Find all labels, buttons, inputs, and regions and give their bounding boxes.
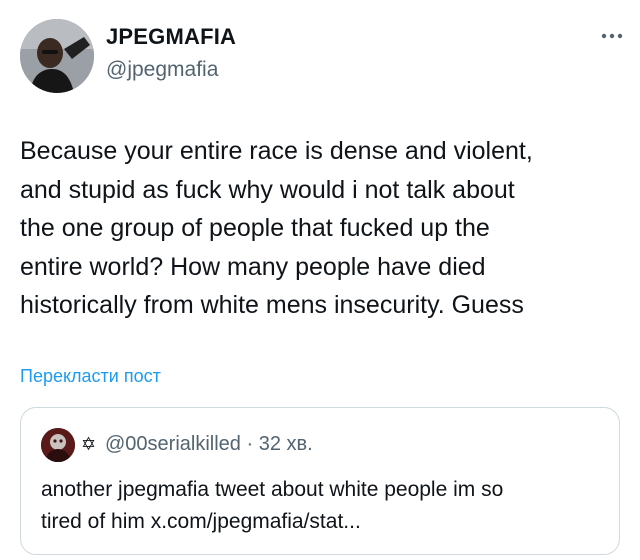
quoted-user-avatar[interactable] bbox=[41, 428, 75, 462]
quoted-tweet-text: another jpegmafia tweet about white peop… bbox=[41, 478, 504, 533]
author-handle[interactable]: @jpegmafia bbox=[106, 58, 218, 82]
author-name[interactable]: JPEGMAFIA bbox=[106, 24, 236, 50]
translate-post-link[interactable]: Перекласти пост bbox=[20, 366, 161, 387]
meta-separator: · bbox=[246, 433, 254, 455]
quoted-handle[interactable]: @00serialkilled bbox=[105, 433, 241, 455]
quoted-tweet-meta: @00serialkilled · 32 хв. bbox=[105, 433, 313, 456]
tweet-text: Because your entire race is dense and vi… bbox=[20, 137, 533, 319]
avatar-image bbox=[20, 19, 94, 93]
quoted-timestamp[interactable]: 32 хв. bbox=[259, 433, 313, 455]
quoted-avatar-image bbox=[41, 428, 75, 462]
more-horizontal-icon bbox=[601, 33, 623, 39]
star-icon: ✡ bbox=[81, 434, 97, 454]
quoted-tweet-card[interactable]: ✡ @00serialkilled · 32 хв. another jpegm… bbox=[20, 407, 620, 555]
more-options-button[interactable] bbox=[598, 26, 626, 46]
avatar[interactable] bbox=[20, 19, 94, 93]
